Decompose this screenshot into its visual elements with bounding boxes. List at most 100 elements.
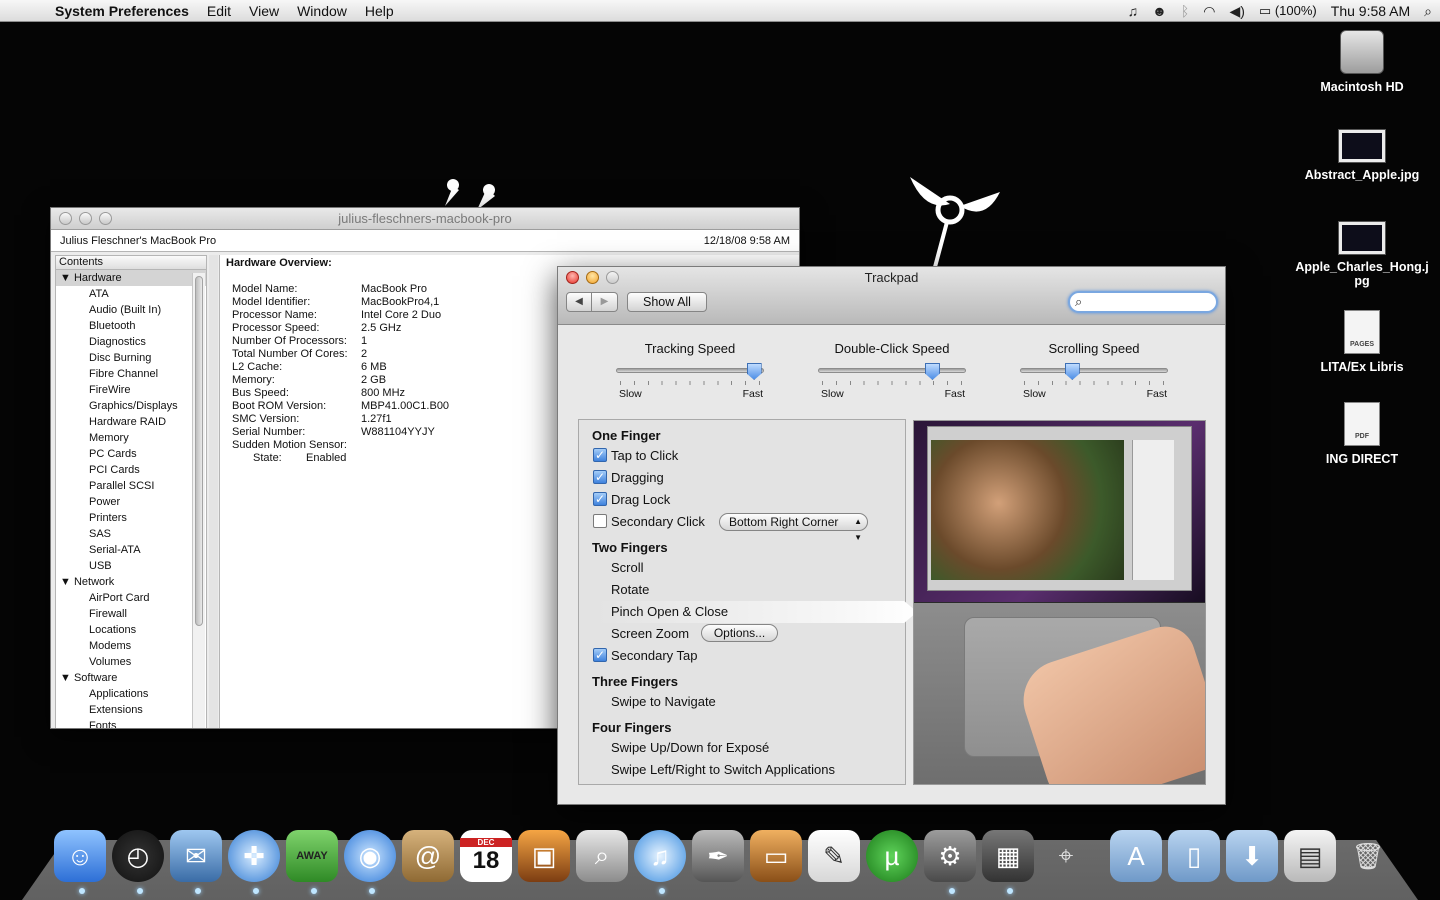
dragging-option[interactable]: ✓ Dragging: [593, 468, 664, 486]
desktop-icon-ing-direct[interactable]: PDF ING DIRECT: [1297, 402, 1427, 466]
contents-item[interactable]: ATA: [56, 286, 206, 302]
contents-group-network[interactable]: ▼ Network: [56, 574, 206, 590]
adium-status-icon[interactable]: ☻: [1152, 3, 1167, 19]
desktop-icon-apple-charles-hong[interactable]: Apple_Charles_Hong.jpg: [1290, 222, 1434, 288]
screen-zoom-options-button[interactable]: Options...: [701, 624, 778, 642]
contents-item[interactable]: Locations: [56, 622, 206, 638]
volume-icon[interactable]: ◀): [1229, 3, 1244, 20]
menu-view[interactable]: View: [240, 3, 288, 19]
zoom-button[interactable]: [99, 212, 112, 225]
menu-clock[interactable]: Thu 9:58 AM: [1331, 3, 1410, 19]
show-all-button[interactable]: Show All: [627, 292, 707, 312]
textedit-icon[interactable]: ✎: [808, 830, 860, 882]
scrolling-speed-slider[interactable]: Scrolling Speed Slow Fast: [1019, 341, 1169, 400]
itunes-icon[interactable]: ♫: [1128, 3, 1139, 19]
contents-item[interactable]: Memory: [56, 430, 206, 446]
contents-item[interactable]: SAS: [56, 526, 206, 542]
profiler-titlebar[interactable]: julius-fleschners-macbook-pro: [51, 208, 799, 230]
dragging-checkbox[interactable]: ✓: [593, 470, 607, 484]
tap-to-click-option[interactable]: ✓ Tap to Click: [593, 446, 678, 464]
screen-zoom-option[interactable]: Screen Zoom: [611, 624, 689, 642]
scrollbar-thumb[interactable]: [195, 276, 203, 626]
contents-item[interactable]: Disc Burning: [56, 350, 206, 366]
contents-item[interactable]: Diagnostics: [56, 334, 206, 350]
contents-item[interactable]: Serial-ATA: [56, 542, 206, 558]
system-preferences-icon[interactable]: ⚙: [924, 830, 976, 882]
secondary-click-popup[interactable]: Bottom Right Corner ▲ ▼: [719, 513, 868, 542]
contents-group-hardware[interactable]: ▼ Hardware: [56, 270, 206, 286]
dashboard-icon[interactable]: ◴: [112, 830, 164, 882]
rotate-gesture[interactable]: Rotate: [611, 580, 649, 598]
wifi-icon[interactable]: ◠: [1203, 3, 1215, 20]
adium-icon[interactable]: AWAY: [286, 830, 338, 882]
contents-item[interactable]: Parallel SCSI: [56, 478, 206, 494]
contents-item[interactable]: Firewall: [56, 606, 206, 622]
swipe-navigate-gesture[interactable]: Swipe to Navigate: [611, 692, 716, 710]
split-view-divider[interactable]: [209, 255, 218, 728]
contents-item[interactable]: PC Cards: [56, 446, 206, 462]
search-input[interactable]: [1090, 294, 1210, 310]
menu-window[interactable]: Window: [288, 3, 356, 19]
downloads-folder-icon[interactable]: ⬇: [1226, 830, 1278, 882]
address-book-icon[interactable]: @: [402, 830, 454, 882]
drag-lock-option[interactable]: ✓ Drag Lock: [593, 490, 670, 508]
safari-icon[interactable]: ✜: [228, 830, 280, 882]
contents-column-header[interactable]: Contents: [56, 256, 206, 270]
secondary-click-checkbox[interactable]: [593, 514, 607, 528]
script-editor-icon[interactable]: ✒: [692, 830, 744, 882]
slider-knob[interactable]: [924, 363, 940, 380]
menu-edit[interactable]: Edit: [198, 3, 240, 19]
contents-item[interactable]: PCI Cards: [56, 462, 206, 478]
search-field[interactable]: ⌕: [1068, 291, 1218, 313]
contents-item[interactable]: AirPort Card: [56, 590, 206, 606]
contents-item[interactable]: FireWire: [56, 382, 206, 398]
contents-item[interactable]: USB: [56, 558, 206, 574]
swipe-expose-gesture[interactable]: Swipe Up/Down for Exposé: [611, 738, 769, 756]
contents-group-software[interactable]: ▼ Software: [56, 670, 206, 686]
desktop-icon-macintosh-hd[interactable]: Macintosh HD: [1297, 30, 1427, 94]
close-button[interactable]: [59, 212, 72, 225]
back-arrow-icon[interactable]: ◀: [566, 292, 592, 312]
disclosure-triangle-icon[interactable]: ▼: [60, 672, 71, 684]
iphoto-icon[interactable]: ▣: [518, 830, 570, 882]
trackpad-toolbar[interactable]: Trackpad ◀ ▶ Show All ⌕: [558, 267, 1225, 325]
contents-item[interactable]: Fonts: [56, 718, 206, 728]
slider-track[interactable]: [616, 363, 764, 380]
contents-item[interactable]: Hardware RAID: [56, 414, 206, 430]
spotlight-icon[interactable]: ⌕: [1424, 3, 1432, 20]
disclosure-triangle-icon[interactable]: ▼: [60, 272, 71, 284]
secondary-tap-checkbox[interactable]: ✓: [593, 648, 607, 662]
desktop-icon-lita-ex-libris[interactable]: PAGES LITA/Ex Libris: [1297, 310, 1427, 374]
slider-track[interactable]: [1020, 363, 1168, 380]
slider-knob[interactable]: [746, 363, 762, 380]
forward-arrow-icon[interactable]: ▶: [592, 292, 618, 312]
applications-folder-icon[interactable]: A: [1110, 830, 1162, 882]
activity-monitor-icon[interactable]: ⌖: [1040, 830, 1092, 882]
spaces-icon[interactable]: ▦: [982, 830, 1034, 882]
bluetooth-icon[interactable]: ᛒ: [1181, 3, 1189, 19]
menu-app-name[interactable]: System Preferences: [46, 3, 198, 19]
ical-icon[interactable]: DEC 18: [460, 830, 512, 882]
tracking-speed-slider[interactable]: Tracking Speed Slow Fast: [615, 341, 765, 400]
contents-item[interactable]: Extensions: [56, 702, 206, 718]
menu-help[interactable]: Help: [356, 3, 403, 19]
double-click-speed-slider[interactable]: Double-Click Speed Slow Fast: [817, 341, 967, 400]
desktop-icon-abstract-apple[interactable]: Abstract_Apple.jpg: [1297, 130, 1427, 182]
contents-item[interactable]: Modems: [56, 638, 206, 654]
contents-item[interactable]: Bluetooth: [56, 318, 206, 334]
utorrent-icon[interactable]: µ: [866, 830, 918, 882]
itunes-dock-icon[interactable]: ♫: [634, 830, 686, 882]
preview-app-icon[interactable]: ⌕: [576, 830, 628, 882]
trash-icon[interactable]: 🗑: [1342, 830, 1394, 882]
drag-lock-checkbox[interactable]: ✓: [593, 492, 607, 506]
pinch-gesture[interactable]: Pinch Open & Close: [611, 602, 728, 620]
mail-icon[interactable]: ✉: [170, 830, 222, 882]
battery-status[interactable]: ▭ (100%): [1259, 3, 1317, 19]
slider-knob[interactable]: [1064, 363, 1080, 380]
disclosure-triangle-icon[interactable]: ▼: [60, 576, 71, 588]
contents-scrollbar[interactable]: [192, 273, 205, 728]
ichat-icon[interactable]: ◉: [344, 830, 396, 882]
secondary-click-option[interactable]: Secondary Click: [593, 512, 705, 530]
finder-icon[interactable]: ☺: [54, 830, 106, 882]
contents-item[interactable]: Fibre Channel: [56, 366, 206, 382]
